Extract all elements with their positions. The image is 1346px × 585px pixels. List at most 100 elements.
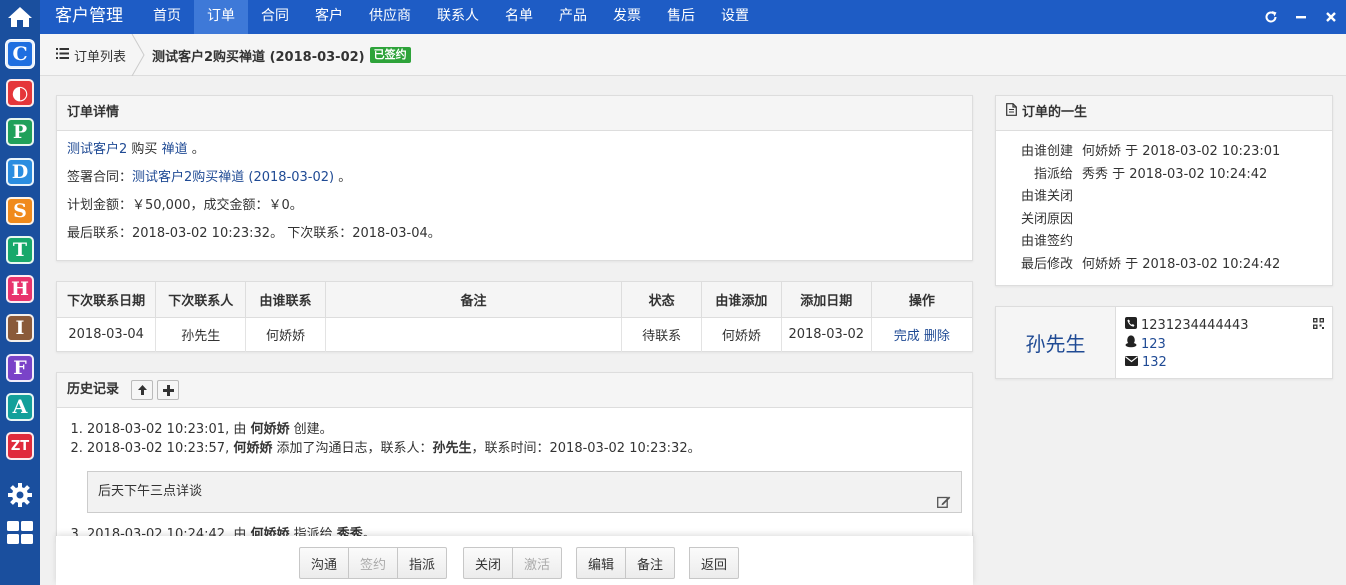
column-header: 状态 bbox=[621, 282, 702, 318]
product-link[interactable]: 禅道 bbox=[162, 142, 188, 157]
action-bar: 沟通 签约 指派 关闭 激活 编辑 备注 返回 bbox=[56, 536, 973, 585]
document-icon bbox=[1006, 96, 1017, 130]
contract-end: 。 bbox=[338, 170, 352, 185]
list-icon bbox=[56, 47, 69, 63]
order-life-title: 订单的一生 bbox=[1022, 105, 1088, 120]
status-badge: 已签约 bbox=[369, 47, 411, 63]
nav-item[interactable]: 首页 bbox=[140, 0, 194, 34]
action-button-关闭[interactable]: 关闭 bbox=[463, 547, 514, 579]
cell-note bbox=[325, 317, 623, 352]
life-row: 由谁关闭 bbox=[996, 186, 1332, 209]
life-row: 最后修改 何娇娇 于 2018-03-02 10:24:42 bbox=[996, 254, 1332, 277]
nav-item[interactable]: 联系人 bbox=[424, 0, 492, 34]
life-label: 由谁签约 bbox=[1020, 234, 1073, 249]
expand-history-button[interactable] bbox=[157, 380, 180, 400]
contact-email[interactable]: 132 bbox=[1142, 354, 1167, 373]
history-list: 2018-03-02 10:23:01, 由 何娇娇 创建。 2018-03-0… bbox=[57, 408, 972, 458]
qq-icon bbox=[1125, 335, 1137, 355]
action-button-签约: 签约 bbox=[348, 547, 399, 579]
rail-app-8-icon[interactable]: F bbox=[6, 353, 34, 382]
contract-label: 签署合同： bbox=[67, 170, 133, 185]
contact-qq[interactable]: 123 bbox=[1141, 336, 1166, 355]
cell-by: 何娇娇 bbox=[245, 317, 326, 352]
nav-item[interactable]: 合同 bbox=[248, 0, 302, 34]
edit-icon[interactable] bbox=[937, 485, 951, 525]
nav-item[interactable]: 设置 bbox=[708, 0, 762, 34]
nav-item[interactable]: 产品 bbox=[546, 0, 600, 34]
action-button-激活: 激活 bbox=[512, 547, 563, 579]
nav-item[interactable]: 发票 bbox=[600, 0, 654, 34]
action-button-返回[interactable]: 返回 bbox=[689, 547, 740, 579]
life-label: 由谁创建 bbox=[1020, 144, 1073, 159]
action-group-edit: 编辑 备注 bbox=[576, 547, 676, 579]
order-list-link[interactable]: 订单列表 bbox=[56, 34, 126, 76]
life-value: 何娇娇 于 2018-03-02 10:24:42 bbox=[1082, 256, 1281, 272]
history-title: 历史记录 bbox=[67, 382, 120, 397]
action-group-communicate: 沟通 签约 指派 bbox=[299, 547, 448, 579]
history-panel: 历史记录 2018-03-02 10:23:01, 由 何娇娇 创建。 2018… bbox=[56, 372, 973, 542]
app-brand[interactable]: 客户管理 bbox=[55, 0, 123, 34]
contact-phone: 1231234444443 bbox=[1141, 318, 1249, 333]
history-item: 2018-03-02 10:23:57, 何娇娇 添加了沟通日志，联系人：孙先生… bbox=[87, 439, 972, 458]
home-icon[interactable] bbox=[0, 0, 40, 34]
column-header: 添加日期 bbox=[781, 282, 872, 318]
life-row: 由谁签约 bbox=[996, 231, 1332, 254]
rail-app-3-icon[interactable]: D bbox=[6, 157, 34, 186]
nav-item[interactable]: 售后 bbox=[654, 0, 708, 34]
nav-item[interactable]: 客户 bbox=[302, 0, 356, 34]
cell-actions: 完成 删除 bbox=[871, 317, 972, 352]
rail-app-2-icon[interactable]: P bbox=[6, 118, 34, 147]
rail-app-10-icon[interactable]: ZT bbox=[6, 432, 34, 460]
nav-item[interactable]: 订单 bbox=[194, 0, 248, 34]
table-row: 2018-03-04 孙先生 何娇娇 待联系 何娇娇 2018-03-02 完成 删除 bbox=[57, 317, 972, 352]
life-label: 关闭原因 bbox=[1020, 211, 1073, 227]
life-row: 关闭原因 bbox=[996, 209, 1332, 232]
app-grid-icon[interactable] bbox=[7, 521, 33, 545]
history-item: 2018-03-02 10:23:01, 由 何娇娇 创建。 bbox=[87, 420, 972, 439]
refresh-icon[interactable] bbox=[1256, 0, 1286, 34]
rail-app-1-icon[interactable]: ◐ bbox=[6, 79, 34, 108]
column-header: 下次联系日期 bbox=[57, 282, 157, 318]
action-group-back: 返回 bbox=[689, 547, 740, 579]
breadcrumb-separator bbox=[131, 34, 145, 76]
contact-dates-text: 最后联系：2018-03-02 10:23:32。 下次联系：2018-03-0… bbox=[67, 226, 441, 241]
rail-app-5-icon[interactable]: T bbox=[6, 236, 34, 264]
rail-app-0-icon[interactable]: C bbox=[6, 40, 34, 68]
rail-app-9-icon[interactable]: A bbox=[6, 392, 34, 421]
nav-item[interactable]: 供应商 bbox=[356, 0, 424, 34]
minimize-icon[interactable] bbox=[1286, 0, 1316, 34]
qrcode-icon[interactable] bbox=[1313, 318, 1324, 333]
contract-link[interactable]: 测试客户2购买禅道 (2018-03-02) bbox=[132, 170, 334, 185]
cell-added_by: 何娇娇 bbox=[701, 317, 782, 352]
life-label: 指派给 bbox=[1033, 166, 1073, 182]
customer-link[interactable]: 测试客户2 bbox=[67, 142, 127, 157]
cell-added_date: 2018-03-02 bbox=[781, 317, 872, 352]
action-button-沟通[interactable]: 沟通 bbox=[299, 547, 350, 579]
order-list-label: 订单列表 bbox=[74, 49, 127, 65]
action-button-指派[interactable]: 指派 bbox=[397, 547, 448, 579]
history-comment: 后天下午三点详谈 bbox=[87, 471, 962, 513]
delete-link[interactable]: 删除 bbox=[924, 329, 950, 344]
nav-item[interactable]: 名单 bbox=[492, 0, 546, 34]
action-button-备注[interactable]: 备注 bbox=[625, 547, 676, 579]
rail-app-6-icon[interactable]: H bbox=[6, 275, 34, 304]
contact-name[interactable]: 孙先生 bbox=[996, 307, 1116, 378]
gear-icon[interactable] bbox=[7, 482, 33, 508]
period-text: 。 bbox=[191, 142, 205, 157]
close-icon[interactable] bbox=[1316, 0, 1346, 34]
buy-text: 购买 bbox=[131, 142, 158, 157]
column-header: 备注 bbox=[325, 282, 623, 318]
contact-plan-panel: 下次联系日期 下次联系人 由谁联系 备注 状态 由谁添加 添加日期 操作 2018-03-04… bbox=[56, 281, 973, 352]
page-title: 测试客户2购买禅道 (2018-03-02) bbox=[152, 49, 365, 65]
collapse-history-button[interactable] bbox=[131, 380, 154, 400]
life-row: 指派给 秀秀 于 2018-03-02 10:24:42 bbox=[996, 164, 1332, 187]
life-label: 由谁关闭 bbox=[1020, 189, 1073, 204]
finish-link[interactable]: 完成 bbox=[894, 329, 920, 344]
rail-app-4-icon[interactable]: S bbox=[6, 196, 34, 225]
order-detail-panel: 订单详情 测试客户2 购买 禅道 。 签署合同：测试客户2购买禅道 (2018-… bbox=[56, 95, 973, 261]
action-button-编辑[interactable]: 编辑 bbox=[576, 547, 627, 579]
phone-icon bbox=[1125, 317, 1137, 336]
rail-app-7-icon[interactable]: I bbox=[6, 314, 34, 343]
amount-text: 计划金额：￥50,000，成交金额：￥0。 bbox=[67, 198, 303, 213]
column-header: 由谁添加 bbox=[701, 282, 782, 318]
